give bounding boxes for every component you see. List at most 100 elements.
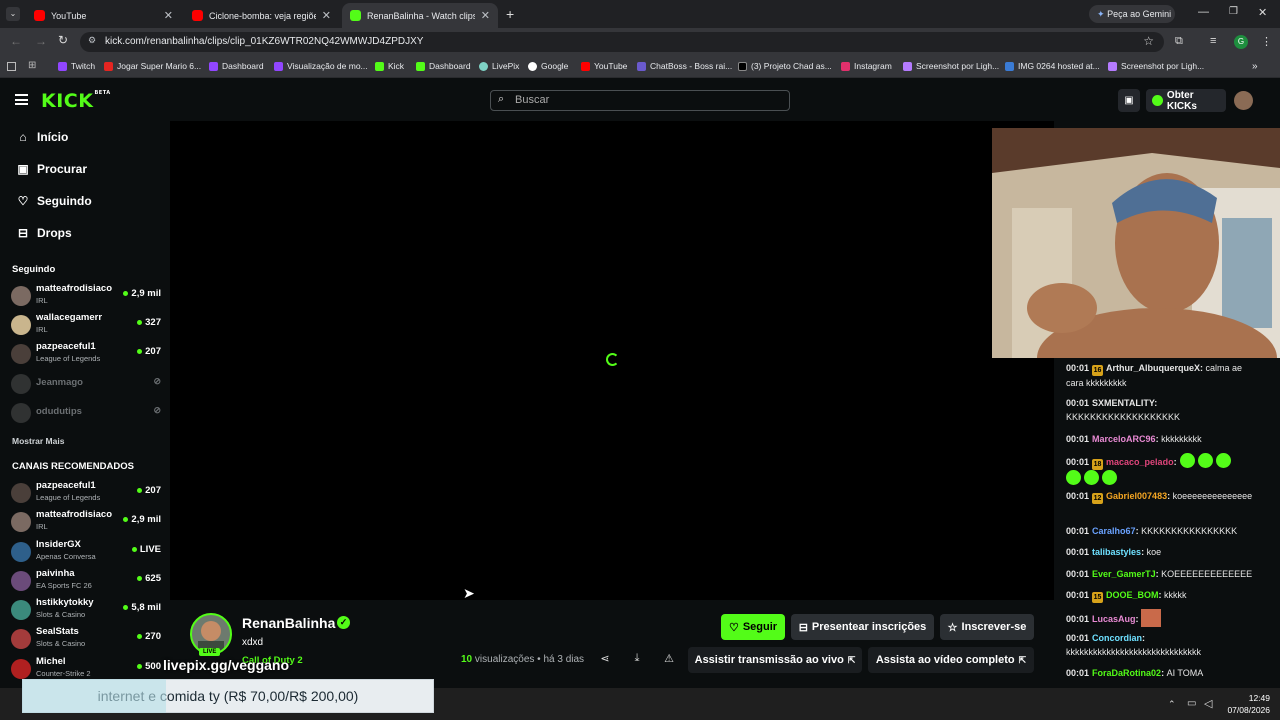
extensions-icon[interactable]: ⧉ — [1175, 35, 1183, 48]
hamburger-menu-icon[interactable] — [15, 94, 28, 105]
bookmark-x[interactable]: (3) Projeto Chad as... — [738, 61, 832, 71]
profile-avatar[interactable]: G — [1234, 35, 1248, 49]
new-tab-icon[interactable]: + — [506, 6, 514, 22]
chat-message: 00:01 Concordian: kkkkkkkkkkkkkkkkkkkkkkk… — [1066, 633, 1201, 657]
download-icon[interactable]: ⤓ — [630, 652, 644, 666]
chat-username[interactable]: SXMENTALITY — [1092, 398, 1154, 408]
tab-renanbalinha[interactable]: RenanBalinha - Watch clips on✕ — [342, 3, 498, 28]
taskbar-clock[interactable]: 12:49 07/08/2026 — [1227, 692, 1270, 716]
chat-username[interactable]: macaco_pelado — [1106, 457, 1174, 467]
bookmark-google[interactable]: Google — [528, 61, 568, 71]
bookmark-youtube[interactable]: YouTube — [581, 61, 627, 71]
heart-icon: ♡ — [728, 621, 739, 634]
close-tab-icon[interactable]: ✕ — [322, 9, 331, 22]
bookmark-twitch[interactable]: Twitch — [58, 61, 95, 71]
apps-icon[interactable] — [7, 62, 16, 71]
back-icon[interactable]: ← — [10, 34, 22, 48]
grid-icon[interactable]: ⊞ — [28, 60, 36, 71]
following-channel[interactable]: wallacegamerr IRL 327 — [11, 312, 161, 338]
recommended-channel[interactable]: InsiderGX Apenas Conversa LIVE — [11, 539, 161, 565]
gemini-button[interactable]: ✦ Peça ao Gemini — [1089, 5, 1175, 23]
bookmark-mario[interactable]: Jogar Super Mario 6... — [104, 61, 201, 71]
bookmark-chatboss[interactable]: ChatBoss - Boss rai... — [637, 61, 732, 71]
network-icon[interactable]: ▭ — [1187, 698, 1196, 709]
chatboss-icon — [637, 61, 646, 71]
bookmark-livepix[interactable]: LivePix — [479, 61, 519, 71]
bookmark-dashboard[interactable]: Dashboard — [209, 61, 264, 71]
following-channel-offline[interactable]: Jeanmago ⊘ — [11, 371, 161, 397]
watch-full-video-button[interactable]: Assista ao vídeo completo ⇱ — [868, 647, 1034, 673]
following-channel[interactable]: matteafrodisiaco IRL 2,9 mil — [11, 283, 161, 309]
user-avatar[interactable] — [1234, 91, 1253, 110]
bookmark-kick[interactable]: Kick — [375, 61, 404, 71]
gift-subs-button[interactable]: ⊟ Presentear inscrições — [791, 614, 934, 640]
subscribe-button[interactable]: ☆ Inscrever-se — [940, 614, 1034, 640]
chat-username[interactable]: Concordian — [1092, 633, 1142, 643]
recommended-heading: CANAIS RECOMENDADOS — [12, 461, 134, 472]
recommended-channel[interactable]: paivinha EA Sports FC 26 625 — [11, 568, 161, 594]
recommended-channel[interactable]: SealStats Slots & Casino 270 — [11, 626, 161, 652]
bookmark-kick-dashboard[interactable]: Dashboard — [416, 61, 471, 71]
restore-icon[interactable]: ❐ — [1229, 6, 1238, 17]
viewer-count: 5,8 mil — [123, 602, 161, 613]
chat-message: 00:01 MarceloARC96: kkkkkkkkk — [1066, 434, 1202, 444]
recommended-channel[interactable]: hstikkytokky Slots & Casino 5,8 mil — [11, 597, 161, 623]
watch-live-button[interactable]: Assistir transmissão ao vivo ⇱ — [688, 647, 862, 673]
webcam-overlay — [992, 128, 1280, 358]
site-info-icon[interactable]: ⚙ — [88, 35, 96, 46]
more-bookmarks-icon[interactable]: » — [1252, 61, 1258, 72]
close-tab-icon[interactable]: ✕ — [164, 9, 173, 22]
follow-button[interactable]: ♡ Seguir — [721, 614, 785, 640]
recommended-channel[interactable]: pazpeaceful1 League of Legends 207 — [11, 480, 161, 506]
nav-home[interactable]: ⌂ Início — [16, 130, 68, 144]
bookmark-screenshot-1[interactable]: Screenshot por Ligh... — [903, 61, 999, 71]
close-tab-icon[interactable]: ✕ — [481, 9, 490, 22]
tab-youtube[interactable]: YouTube ✕ — [26, 3, 181, 28]
chat-username[interactable]: Gabriel007483 — [1106, 491, 1167, 501]
url-field[interactable]: ⚙ kick.com/renanbalinha/clips/clip_01KZ6… — [80, 32, 1164, 52]
bookmark-instagram[interactable]: Instagram — [841, 61, 892, 71]
volume-icon[interactable]: ◁ — [1204, 697, 1212, 710]
bookmark-img[interactable]: IMG 0264 hosted at... — [1005, 61, 1100, 71]
bookmark-screenshot-2[interactable]: Screenshot por Ligh... — [1108, 61, 1204, 71]
forward-icon[interactable]: → — [35, 34, 47, 48]
tab-ciclone[interactable]: Ciclone-bomba: veja regiões co✕ — [184, 3, 339, 28]
show-more-link[interactable]: Mostrar Mais — [12, 436, 64, 446]
chat-username[interactable]: DOOE_BOM — [1106, 590, 1159, 600]
search-input[interactable]: ⌕ Buscar — [490, 90, 790, 111]
chat-username[interactable]: Arthur_AlbuquerqueX — [1106, 363, 1200, 373]
share-icon[interactable]: ⋖ — [598, 652, 612, 666]
recommended-channel[interactable]: matteafrodisiaco IRL 2,9 mil — [11, 509, 161, 535]
nav-drops[interactable]: ⊟ Drops — [16, 226, 72, 240]
following-channel-offline[interactable]: odudutips ⊘ — [11, 400, 161, 426]
live-dot-icon — [123, 517, 129, 522]
bookmark-visualizacao[interactable]: Visualização de mo... — [274, 61, 368, 71]
chat-username[interactable]: LucasAug — [1092, 614, 1136, 624]
following-channel[interactable]: pazpeaceful1 League of Legends 207 — [11, 341, 161, 367]
tab-search-icon[interactable]: ⌄ — [6, 7, 20, 21]
media-icon[interactable]: ≡ — [1210, 35, 1216, 47]
close-window-icon[interactable]: ✕ — [1258, 6, 1267, 19]
chat-username[interactable]: Caralho67 — [1092, 526, 1136, 536]
chat-username[interactable]: MarceloARC96 — [1092, 434, 1156, 444]
emote-icon — [1084, 470, 1099, 485]
chat-username[interactable]: ForaDaRotina02 — [1092, 668, 1161, 678]
star-icon[interactable]: ☆ — [1143, 34, 1154, 48]
menu-icon[interactable]: ⋮ — [1261, 35, 1272, 48]
reload-icon[interactable]: ↻ — [58, 33, 68, 47]
get-kicks-button[interactable]: Obter KICKs — [1146, 89, 1226, 112]
sub-badge: 15 — [1092, 592, 1104, 603]
streamer-name[interactable]: RenanBalinha — [242, 615, 335, 631]
chat-message: 00:01 LucasAug: — [1066, 609, 1256, 627]
kick-logo[interactable]: KICKBETA — [41, 90, 111, 112]
nav-following[interactable]: ♡ Seguindo — [16, 194, 92, 208]
tray-chevron-icon[interactable]: ⌃ — [1168, 699, 1176, 710]
chat-username[interactable]: talibastyles — [1092, 547, 1141, 557]
layout-toggle-icon[interactable]: ▣ — [1118, 89, 1140, 112]
nav-browse[interactable]: ▣ Procurar — [16, 162, 87, 176]
live-dot-icon — [131, 547, 137, 552]
minimize-icon[interactable]: — — [1198, 6, 1209, 18]
report-icon[interactable]: ⚠ — [662, 652, 676, 666]
chat-username[interactable]: Ever_GamerTJ — [1092, 569, 1156, 579]
sub-badge: 18 — [1092, 459, 1104, 470]
